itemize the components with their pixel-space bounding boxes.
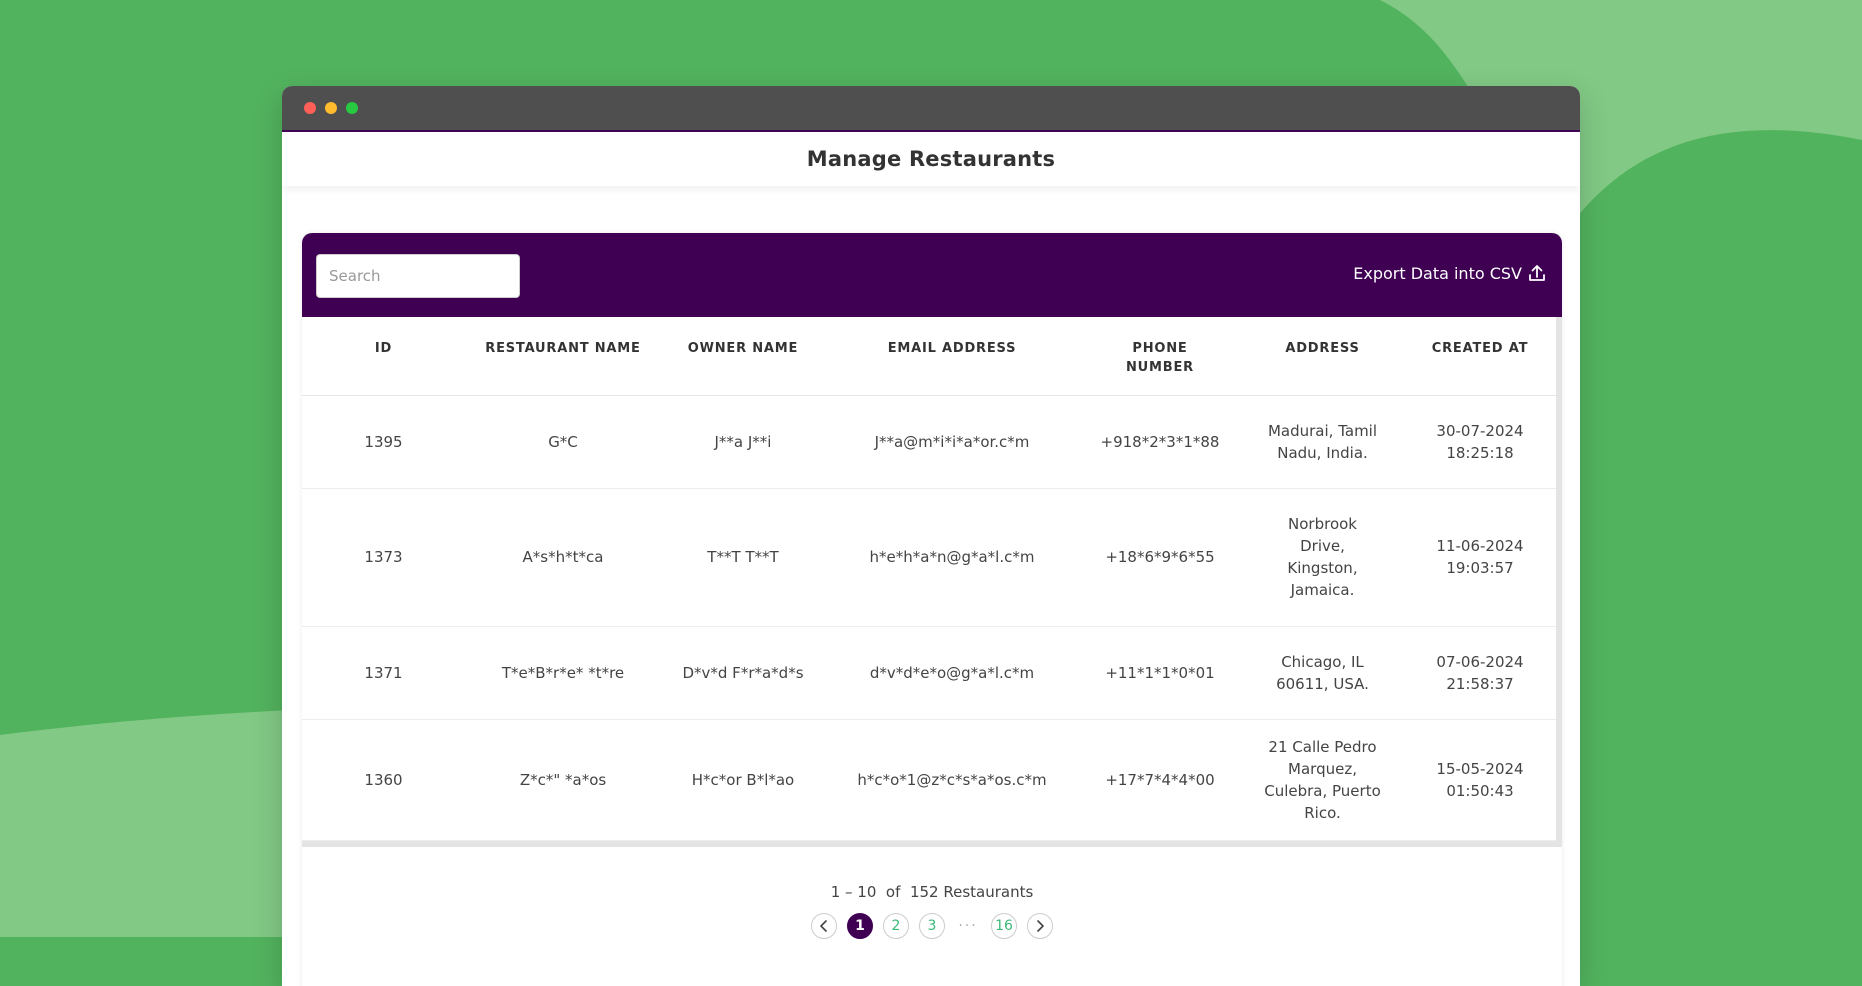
cell-owner-name: D*v*d F*r*a*d*s xyxy=(661,626,825,720)
cell-id: 1373 xyxy=(302,488,465,627)
column-header-id[interactable]: ID xyxy=(302,317,465,396)
column-header-restaurant-name[interactable]: RESTAURANT NAME xyxy=(465,317,661,396)
cell-email-address: h*e*h*a*n@g*a*l.c*m xyxy=(825,488,1079,627)
table-row[interactable]: 1360 Z*c*" *a*os H*c*or B*l*ao h*c*o*1@z… xyxy=(302,719,1556,841)
cell-id: 1371 xyxy=(302,626,465,720)
cell-owner-name: T**T T**T xyxy=(661,488,825,627)
cell-email-address: d*v*d*e*o@g*a*l.c*m xyxy=(825,626,1079,720)
next-page-button[interactable] xyxy=(1027,912,1053,939)
table-row[interactable]: 1371 T*e*B*r*e* *t*re D*v*d F*r*a*d*s d*… xyxy=(302,626,1556,720)
horizontal-scrollbar[interactable] xyxy=(302,840,1562,847)
cell-id: 1395 xyxy=(302,395,465,489)
page-button-last[interactable]: 16 xyxy=(991,912,1017,939)
pagination-total: 152 Restaurants xyxy=(909,882,1034,901)
cell-restaurant-name: T*e*B*r*e* *t*re xyxy=(465,626,661,720)
page-button-2[interactable]: 2 xyxy=(883,912,909,939)
window-titlebar xyxy=(282,86,1580,132)
pagination-range: 1 – 10 xyxy=(830,882,877,901)
close-window-button[interactable] xyxy=(304,102,316,114)
cell-phone-number: +18*6*9*6*55 xyxy=(1079,488,1241,627)
page-title: Manage Restaurants xyxy=(806,147,1056,171)
upload-icon xyxy=(1529,265,1545,281)
column-header-owner-name[interactable]: OWNER NAME xyxy=(661,317,825,396)
app-header: Manage Restaurants xyxy=(282,132,1580,186)
cell-owner-name: H*c*or B*l*ao xyxy=(661,719,825,841)
pagination-ellipsis: ··· xyxy=(958,917,978,934)
cell-address: Norbrook Drive, Kingston, Jamaica. xyxy=(1241,488,1404,627)
chevron-left-icon xyxy=(820,919,827,932)
cell-created-at: 30-07-2024 18:25:18 xyxy=(1404,395,1556,489)
cell-email-address: J**a@m*i*i*a*or.c*m xyxy=(825,395,1079,489)
restaurants-table: ID RESTAURANT NAME OWNER NAME EMAIL ADDR… xyxy=(302,317,1556,841)
table-toolbar: Export Data into CSV xyxy=(302,233,1562,317)
table-header-row: ID RESTAURANT NAME OWNER NAME EMAIL ADDR… xyxy=(302,317,1556,396)
chevron-right-icon xyxy=(1037,919,1044,932)
cell-phone-number: +17*7*4*4*00 xyxy=(1079,719,1241,841)
cell-owner-name: J**a J**i xyxy=(661,395,825,489)
browser-window: Manage Restaurants Export Data into CSV xyxy=(282,86,1580,986)
cell-phone-number: +11*1*1*0*01 xyxy=(1079,626,1241,720)
cell-restaurant-name: A*s*h*t*ca xyxy=(465,488,661,627)
search-input[interactable] xyxy=(316,254,520,298)
cell-phone-number: +918*2*3*1*88 xyxy=(1079,395,1241,489)
cell-address: 21 Calle Pedro Marquez, Culebra, Puerto … xyxy=(1241,719,1404,841)
page-button-3[interactable]: 3 xyxy=(919,912,945,939)
cell-address: Madurai, Tamil Nadu, India. xyxy=(1241,395,1404,489)
table-row[interactable]: 1395 G*C J**a J**i J**a@m*i*i*a*or.c*m +… xyxy=(302,395,1556,489)
cell-id: 1360 xyxy=(302,719,465,841)
restaurants-card: Export Data into CSV ID RESTAURANT NAME xyxy=(302,233,1562,986)
restaurants-table-wrapper: ID RESTAURANT NAME OWNER NAME EMAIL ADDR… xyxy=(302,317,1562,841)
export-csv-button[interactable]: Export Data into CSV xyxy=(1353,263,1546,283)
column-header-created-at[interactable]: CREATED AT xyxy=(1404,317,1556,396)
cell-email-address: h*c*o*1@z*c*s*a*os.c*m xyxy=(825,719,1079,841)
pagination-of: of xyxy=(885,882,901,901)
pagination: 1 2 3 ··· 16 xyxy=(302,912,1562,939)
previous-page-button[interactable] xyxy=(811,912,837,939)
cell-restaurant-name: Z*c*" *a*os xyxy=(465,719,661,841)
page-button-1[interactable]: 1 xyxy=(847,912,873,939)
pagination-summary: 1 – 10 of 152 Restaurants xyxy=(302,883,1562,901)
cell-address: Chicago, IL 60611, USA. xyxy=(1241,626,1404,720)
export-csv-label: Export Data into CSV xyxy=(1353,263,1522,283)
cell-created-at: 15-05-2024 01:50:43 xyxy=(1404,719,1556,841)
table-row[interactable]: 1373 A*s*h*t*ca T**T T**T h*e*h*a*n@g*a*… xyxy=(302,488,1556,627)
column-header-address[interactable]: ADDRESS xyxy=(1241,317,1404,396)
column-header-phone-number[interactable]: PHONE NUMBER xyxy=(1079,317,1241,396)
column-header-email-address[interactable]: EMAIL ADDRESS xyxy=(825,317,1079,396)
cell-restaurant-name: G*C xyxy=(465,395,661,489)
cell-created-at: 07-06-2024 21:58:37 xyxy=(1404,626,1556,720)
cell-created-at: 11-06-2024 19:03:57 xyxy=(1404,488,1556,627)
minimize-window-button[interactable] xyxy=(325,102,337,114)
maximize-window-button[interactable] xyxy=(346,102,358,114)
